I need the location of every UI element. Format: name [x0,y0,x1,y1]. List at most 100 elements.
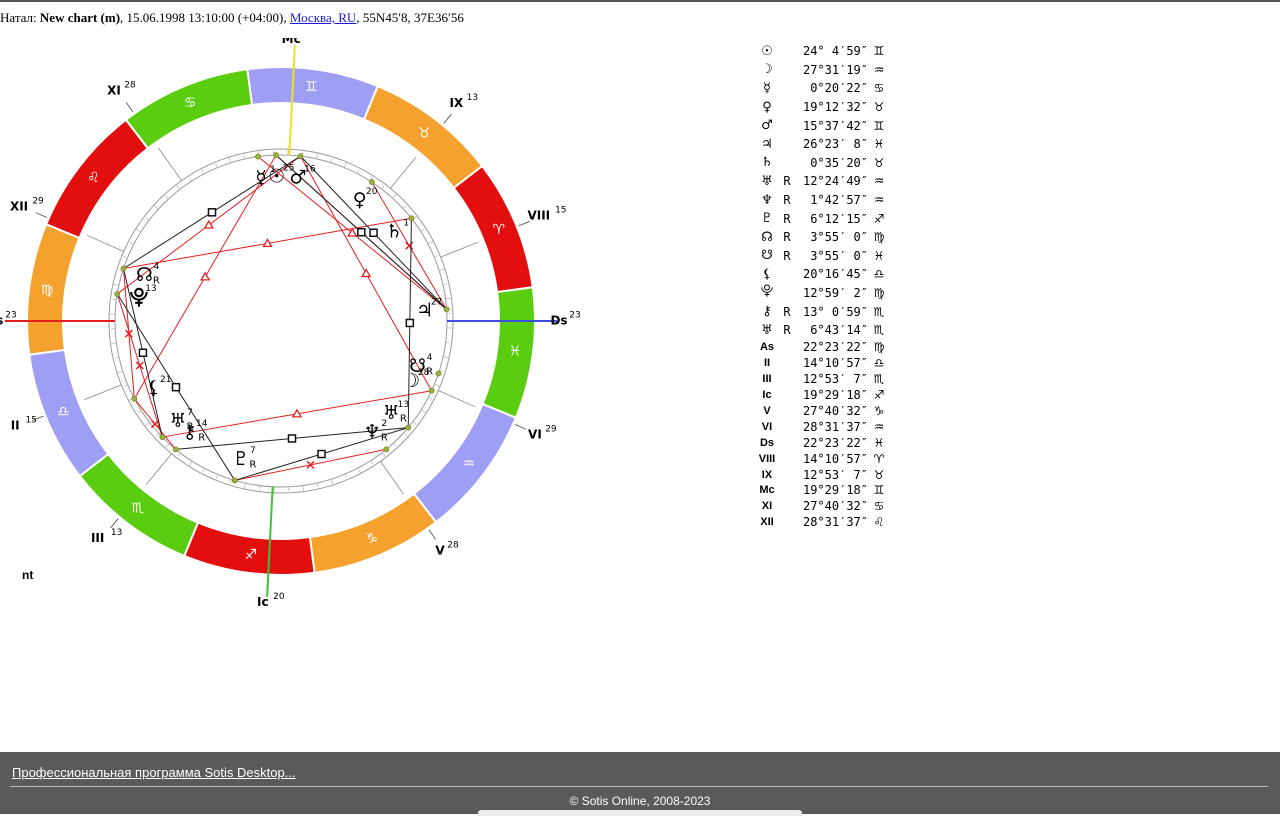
position-deg: 22°23′22″ [796,340,868,354]
house-degree: 15 [555,206,566,216]
degree-tick [112,299,116,300]
position-row: XI27°40′32″♋ [756,498,890,514]
position-sign: ♑ [868,404,890,418]
position-retro: R [778,193,796,207]
position-deg: 28°31′37″ [796,515,868,529]
degree-tick [371,461,373,464]
house-degree: 13 [111,528,122,538]
cancer-sign-icon: ♋ [184,95,197,111]
position-sym: ☿ [756,81,778,96]
uranus-degree: 13 [398,400,409,410]
position-sign: ♐ [868,388,890,402]
square-aspect-icon [370,229,377,236]
house-degree: 28 [447,541,459,551]
position-sign: ♓ [868,436,890,450]
degree-tick [443,284,447,285]
position-sign: ♒ [868,63,890,77]
square-aspect-icon [172,384,179,391]
position-deg: 22°23′22″ [796,436,868,450]
house-cusp-tick [111,519,119,528]
position-sym: III [756,373,778,385]
degree-tick [144,422,150,426]
position-sym: ☉ [756,44,778,59]
copyright: © Sotis Online, 2008-2023 [0,794,1280,808]
position-deg: 19°29′18″ [796,483,868,497]
sotis-desktop-link[interactable]: Профессиональная программа Sotis Desktop… [12,765,296,780]
house-label-as: As [0,314,3,328]
house-label-v: V [435,544,445,558]
degree-tick [115,357,119,358]
house-degree: 28 [124,80,136,90]
position-deg: 26°23′ 8″ [796,137,868,151]
degree-tick [358,468,361,474]
house-cusp-tick [429,530,436,540]
position-row: ♃26°23′ 8″♓ [756,135,890,154]
position-sym: XI [756,500,778,512]
position-row: II14°10′57″♎ [756,355,890,371]
position-sign: ♎ [868,267,890,281]
position-sym: IX [756,469,778,481]
north-node-position-dot [121,266,126,271]
house-cusp-tick [444,114,452,123]
sextile-aspect-icon [152,421,159,428]
position-row: ☿0°20′22″♋ [756,79,890,98]
natal-chart-wheel: ♈♉♊♋♌♍♎♏♐♑♒♓As23II15III13Ic20V28VI29Ds23… [0,38,600,608]
degree-tick [130,243,134,245]
position-sym: ⚷ [756,304,778,319]
degree-tick [421,410,427,414]
position-deg: 12°53′ 7″ [796,468,868,482]
chiron-position-dot [173,447,178,452]
positions-table: ☉24° 4′59″♊☽27°31′19″♒☿0°20′22″♋♀19°12′3… [756,42,890,530]
position-row: ⯓ 12°59′ 2″♍ [756,284,890,303]
scorpio-sign-icon: ♏ [131,501,144,517]
trine-aspect-icon [205,221,213,228]
position-deg: 20°16′45″ [796,267,868,281]
position-sym: VI [756,421,778,433]
libra-sign-icon: ♎ [57,404,70,420]
position-sym: Ds [756,437,778,449]
position-deg: 14°10′57″ [796,356,868,370]
venus-position-dot [369,179,374,184]
location-link[interactable]: Москва, RU [290,10,356,25]
position-sym: ☊ [756,230,778,245]
position-sign: ♓ [868,137,890,151]
header-prefix: Натал: [0,10,37,25]
position-sign: ♉ [868,156,890,170]
position-sym: ♇ [756,211,778,226]
house-cusp-line [87,235,124,251]
position-sign: ♏ [868,372,890,386]
position-sym: ⯓ [756,282,778,304]
degree-tick [421,229,424,231]
pluto-icon: ♇ [232,448,249,470]
position-sym: ♅ [756,174,778,189]
pisces-sign-icon: ♓ [509,343,522,359]
position-sym: ♅ [756,323,778,338]
position-sym: VIII [756,453,778,465]
position-sign: ♍ [868,286,890,300]
degree-tick [188,461,192,467]
position-row: ⚷R13° 0′59″♏ [756,302,890,321]
house-degree: 20 [301,38,313,39]
position-deg: 14°10′57″ [796,452,868,466]
leo-sign-icon: ♌ [87,170,100,186]
degree-tick [259,486,260,490]
degree-tick [138,411,141,413]
degree-tick [135,228,141,232]
position-retro: R [778,305,796,319]
position-row: IX12°53′ 7″♉ [756,467,890,483]
position-deg: 12°59′ 2″ [796,286,868,300]
position-sym: As [756,341,778,353]
position-row: ♂15°37′42″♊ [756,116,890,135]
uranus-retrograde: R [400,413,407,424]
degree-tick [331,159,332,163]
square-aspect-icon [209,209,216,216]
degree-tick [156,433,159,436]
venus-degree: 20 [366,187,378,197]
position-row: XII28°31′37″♌ [756,514,890,530]
position-deg: 3°55′ 0″ [796,249,868,263]
position-row: VI28°31′37″♒ [756,419,890,435]
square-aspect-icon [318,451,325,458]
taurus-sign-icon: ♉ [418,125,431,141]
degree-tick [201,168,204,174]
south-node-retrograde: R [426,367,433,378]
